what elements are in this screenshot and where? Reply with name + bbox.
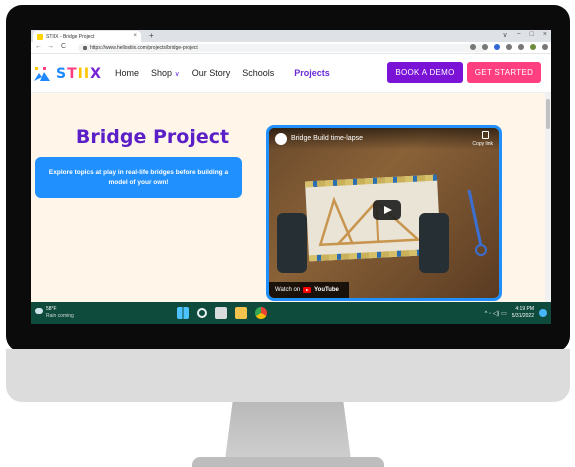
toolbar-icons <box>470 44 548 50</box>
copy-link-label[interactable]: Copy link <box>472 141 493 147</box>
monitor-stand-base <box>192 457 384 467</box>
address-bar[interactable]: https://www.hellostiix.com/projects/brid… <box>78 44 488 52</box>
chevron-down-icon: ∨ <box>174 71 180 78</box>
monitor-stand <box>225 402 351 460</box>
url-text: https://www.hellostiix.com/projects/brid… <box>90 45 198 51</box>
clock[interactable]: 4:19 PM 5/31/2022 <box>512 306 534 320</box>
youtube-wordmark: YouTube <box>314 287 339 293</box>
tab-strip: STIIX - Bridge Project × + ∨ − □ × <box>31 30 551 42</box>
video-header: Bridge Build time-lapse Copy link <box>269 128 499 150</box>
reload-button[interactable]: C <box>61 43 66 50</box>
get-started-button[interactable]: GET STARTED <box>467 62 541 83</box>
lock-icon <box>83 46 87 50</box>
page-content: Bridge Project Explore topics at play in… <box>31 93 545 302</box>
watch-on-youtube-button[interactable]: Watch on YouTube <box>269 282 349 298</box>
nav-our-story[interactable]: Our Story <box>192 68 231 78</box>
book-demo-button[interactable]: BOOK A DEMO <box>387 62 463 83</box>
more-menu-icon[interactable] <box>542 44 548 50</box>
page-title: Bridge Project <box>75 126 230 148</box>
temperature: 58°F <box>46 306 57 312</box>
channel-avatar[interactable] <box>275 133 287 145</box>
bridge-model-graphic <box>318 196 422 247</box>
extension-icon[interactable] <box>494 44 500 50</box>
monitor-chin <box>6 349 570 402</box>
system-tray: ^ ◦ ◁) ▭ 4:19 PM 5/31/2022 <box>485 306 547 320</box>
sidebar-icon[interactable] <box>518 44 524 50</box>
watch-on-label: Watch on <box>275 287 301 293</box>
profile-avatar[interactable] <box>530 44 536 50</box>
back-button[interactable]: ← <box>35 43 42 50</box>
nav-schools[interactable]: Schools <box>242 68 274 78</box>
main-nav: Home Shop ∨ Our Story Schools Projects <box>115 68 330 78</box>
stiix-logo[interactable]: STIIX <box>34 63 104 85</box>
browser-toolbar: ← → C https://www.hellostiix.com/project… <box>31 42 551 54</box>
site-header: STIIX Home Shop ∨ Our Story Schools Proj… <box>31 55 551 93</box>
stiix-logo-mark-icon <box>34 67 50 81</box>
tab-title: STIIX - Bridge Project <box>46 33 95 40</box>
nav-projects[interactable]: Projects <box>294 68 330 78</box>
tray-icons[interactable]: ^ ◦ ◁) ▭ <box>485 310 507 317</box>
play-icon[interactable] <box>373 200 401 220</box>
tab-search-icon[interactable]: ∨ <box>502 31 507 39</box>
notification-icon[interactable] <box>539 309 547 317</box>
video-player[interactable]: Bridge Build time-lapse Copy link Watch … <box>266 125 502 301</box>
cloud-rain-icon <box>35 308 43 314</box>
stiix-favicon-icon <box>37 33 43 40</box>
maximize-button[interactable]: □ <box>530 31 534 39</box>
task-view-icon[interactable] <box>215 307 227 319</box>
nav-home[interactable]: Home <box>115 68 139 78</box>
clock-date: 5/31/2022 <box>511 313 534 319</box>
clock-time: 4:19 PM <box>515 306 534 312</box>
video-hand-left <box>277 213 307 273</box>
forward-button[interactable]: → <box>47 43 54 50</box>
bookmark-star-icon[interactable] <box>482 44 488 50</box>
video-title[interactable]: Bridge Build time-lapse <box>291 135 363 142</box>
copy-icon[interactable] <box>482 131 489 139</box>
window-controls: ∨ − □ × <box>502 31 547 39</box>
new-tab-button[interactable]: + <box>149 31 154 40</box>
windows-start-icon[interactable] <box>177 307 189 319</box>
scissors-graphic <box>467 189 487 256</box>
search-icon[interactable] <box>197 308 207 318</box>
taskbar-apps <box>177 307 267 319</box>
puzzle-icon[interactable] <box>506 44 512 50</box>
tab-close-icon[interactable]: × <box>133 33 137 39</box>
minimize-button[interactable]: − <box>517 31 521 39</box>
close-window-button[interactable]: × <box>543 31 547 39</box>
file-explorer-icon[interactable] <box>235 307 247 319</box>
stage: STIIX - Bridge Project × + ∨ − □ × ← → C… <box>0 0 575 467</box>
screen: STIIX - Bridge Project × + ∨ − □ × ← → C… <box>31 30 551 324</box>
browser-tab[interactable]: STIIX - Bridge Project × <box>33 31 141 42</box>
page-scrollbar[interactable] <box>545 93 551 302</box>
intro-callout: Explore topics at play in real-life brid… <box>35 157 242 198</box>
scrollbar-thumb[interactable] <box>546 99 550 129</box>
youtube-logo-icon <box>303 287 312 293</box>
video-hand-right <box>419 213 449 273</box>
windows-taskbar: 58°F Rain coming ^ ◦ ◁) ▭ 4:19 PM 5/31/2… <box>31 302 551 324</box>
nav-shop[interactable]: Shop ∨ <box>151 68 180 78</box>
forecast: Rain coming <box>46 313 74 319</box>
chrome-icon[interactable] <box>255 307 267 319</box>
share-icon[interactable] <box>470 44 476 50</box>
logo-wordmark: STIIX <box>56 66 102 82</box>
